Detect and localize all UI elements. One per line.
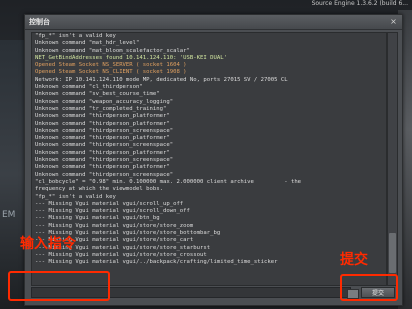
console-log-line: frequency at which the viewmodel bobs. [35,186,163,193]
console-log-line: NET_GetBindAddresses found 10.141.124.11… [35,54,227,61]
console-log-line: "cl_bobcycle" = "0.98" min. 0.100000 max… [35,178,302,185]
console-log-line: --- Missing Vgui material vgui/store/sto… [35,237,194,244]
console-log-line: --- Missing Vgui material vgui/scroll_do… [35,208,190,215]
console-title: 控制台 [29,18,50,26]
console-log-line: --- Missing Vgui material vgui/scroll_up… [35,200,184,207]
close-icon[interactable]: × [389,17,398,26]
console-log-line: --- Missing Vgui material vgui/store/sto… [35,251,207,258]
console-log-line: --- Missing Vgui material vgui/store/sto… [35,244,211,251]
console-log-line: "fp_*" isn't a valid key [35,193,116,200]
log-scrollbar[interactable] [387,32,398,286]
console-log-line: Unknown command "mat_bloom_scalefactor_s… [35,47,190,54]
console-log-line: --- Missing Vgui material vgui/store/sto… [35,222,194,229]
console-log-line: Unknown command "thirdperson_platformer" [35,149,170,156]
console-log-line: --- Missing Vgui material vgui/../backpa… [35,259,278,266]
console-log-line: Unknown command "thirdperson_platformer" [35,164,170,171]
console-log-line: Unknown command "thirdperson_platformer" [35,113,170,120]
engine-version-label: Source Engine 1.3.6.2 (build 6... [311,0,408,7]
annotation-input-label: 输入指令 [20,236,76,252]
background-emblem-text: EM [2,210,16,220]
console-log-line: Unknown command "sv_best_course_time" [35,91,160,98]
console-log-line: Unknown command "thirdperson_platformer" [35,135,170,142]
console-log[interactable]: "fp_*" isn't a valid key Unknown command … [31,32,387,286]
console-log-line: Opened Steam Socket NS_CLIENT ( socket 1… [35,69,187,76]
annotation-submit-label: 提交 [340,252,368,268]
scrollbar-thumb[interactable] [389,233,396,273]
console-log-line: Unknown command "thirdperson_screenspace… [35,142,174,149]
console-log-line: Unknown command "tr_completed_training" [35,105,167,112]
console-log-line: Unknown command "thirdperson_screenspace… [35,171,174,178]
console-log-line: "fp_*" isn't a valid key [35,33,116,39]
console-log-line: Unknown command "thirdperson_platformer" [35,120,170,127]
annotation-submit-box [340,274,398,301]
console-log-line: --- Missing Vgui material vgui/store/sto… [35,230,221,237]
console-log-line: Unknown command "weapon_accuracy_logging… [35,98,174,105]
background-left-panel [0,40,26,309]
console-log-line: Unknown command "thirdperson_screenspace… [35,127,174,134]
console-log-line: --- Missing Vgui material vgui/btn_bg [35,215,160,222]
console-log-line: Network: IP 10.141.124.110 mode MP, dedi… [35,76,288,83]
console-log-line: Unknown command "thirdperson_screenspace… [35,157,174,164]
console-titlebar[interactable]: 控制台 × [25,15,402,30]
console-log-line: Unknown command "cl_thirdperson" [35,84,143,91]
console-log-line: Opened Steam Socket NS_SERVER ( socket 1… [35,62,187,69]
annotation-input-box [8,271,110,301]
console-log-line: Unknown command "mat_hdr_level" [35,40,140,47]
